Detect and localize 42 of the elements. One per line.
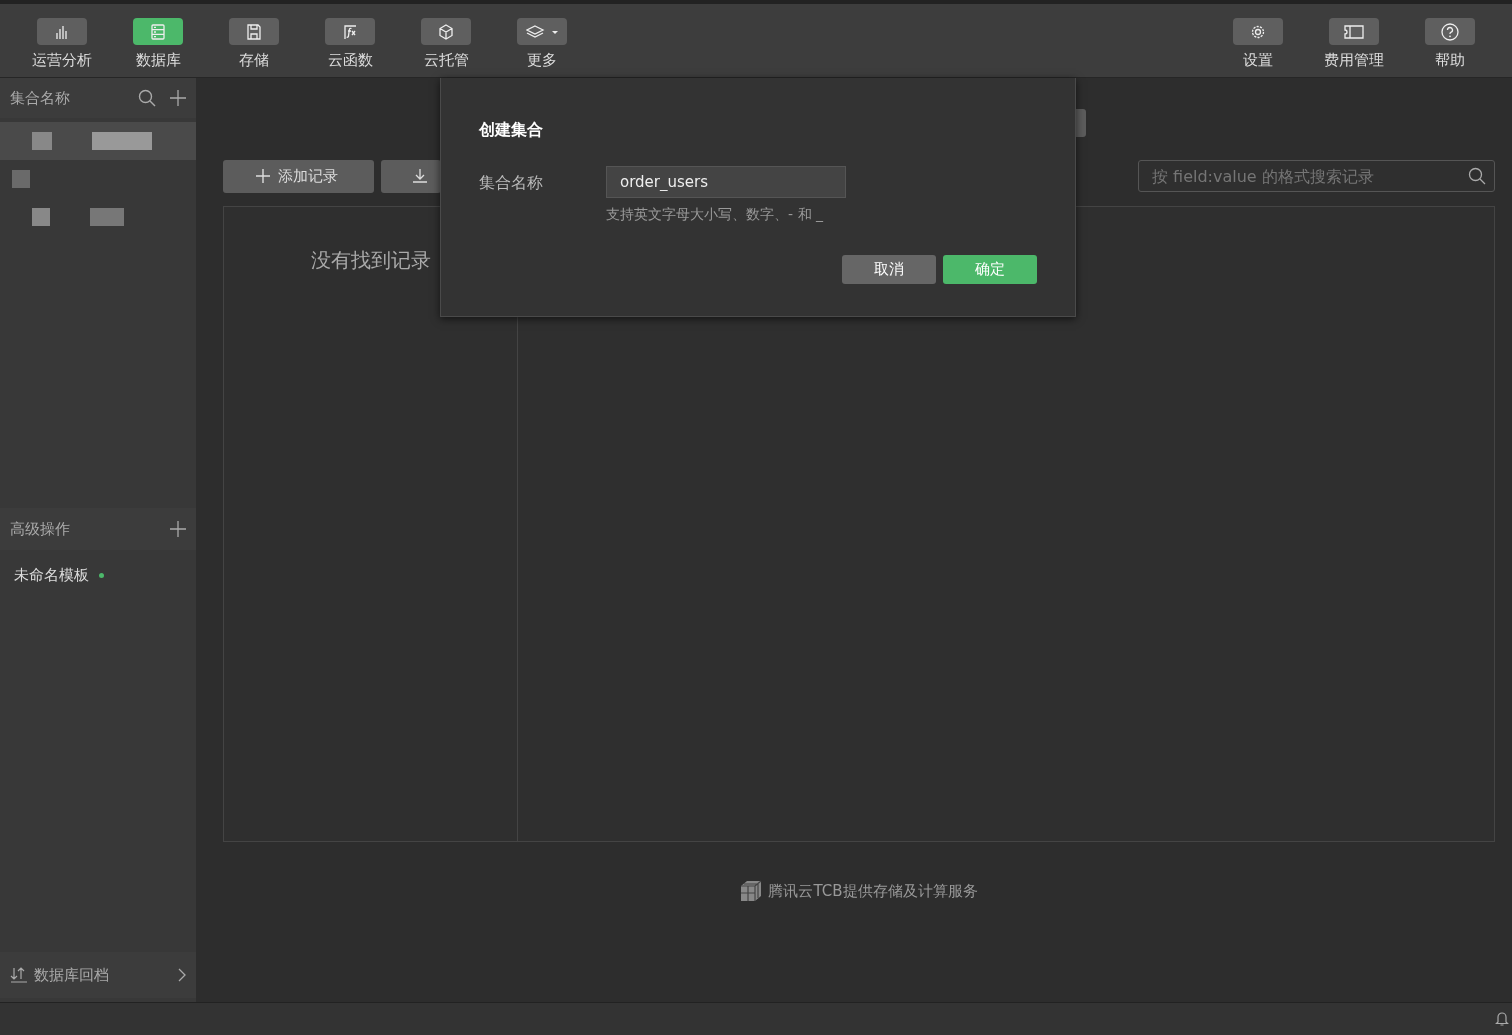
dialog-button[interactable]: 取消 xyxy=(842,255,936,284)
add-record-button[interactable]: 添加记录 xyxy=(223,159,374,193)
database-icon xyxy=(150,23,166,40)
collection-item[interactable] xyxy=(0,121,196,160)
toolbar-tab[interactable]: 帮助 xyxy=(1402,4,1498,77)
import-button[interactable] xyxy=(381,159,441,193)
input-field[interactable]: order_users xyxy=(606,166,846,198)
toolbar-tab[interactable]: 更多 xyxy=(494,4,590,77)
help-icon xyxy=(1441,22,1459,41)
toolbar-tab[interactable]: 存储 xyxy=(206,4,302,77)
chevron-right-icon[interactable] xyxy=(178,968,186,982)
field-label: 集合名称 xyxy=(479,172,544,194)
hint-text: 支持英文字母大小写、数字、- 和 _ xyxy=(606,205,823,224)
section-header: 高级操作 xyxy=(10,518,70,540)
cube-icon xyxy=(438,23,454,40)
chart-icon xyxy=(54,24,70,39)
footer-text: 腾讯云TCB提供存储及计算服务 xyxy=(768,881,978,902)
empty-message: 没有找到记录 xyxy=(310,247,431,274)
sort-icon xyxy=(10,967,28,983)
search-icon[interactable] xyxy=(1468,167,1486,185)
function-icon xyxy=(342,23,358,40)
search-icon[interactable] xyxy=(138,89,156,107)
toolbar-tab[interactable]: 数据库 xyxy=(110,4,206,77)
add-icon[interactable] xyxy=(170,521,186,537)
template-item[interactable]: 未命名模板 xyxy=(14,563,89,587)
toolbar-tab[interactable]: 运营分析 xyxy=(14,4,110,77)
section-header: 集合名称 xyxy=(10,87,70,109)
rollback-label[interactable]: 数据库回档 xyxy=(34,963,109,987)
gear-icon xyxy=(1250,23,1266,40)
plus-icon xyxy=(256,169,270,183)
download-icon xyxy=(413,169,427,183)
dialog-title: 创建集合 xyxy=(479,119,543,141)
bell-icon[interactable] xyxy=(1494,1011,1509,1027)
toolbar-tab[interactable]: 设置 xyxy=(1210,4,1306,77)
add-icon[interactable] xyxy=(170,90,186,106)
toolbar-tab[interactable]: 费用管理 xyxy=(1306,4,1402,77)
toolbar-tab[interactable]: 云函数 xyxy=(302,4,398,77)
toolbar-tab[interactable]: 云托管 xyxy=(398,4,494,77)
layers-icon xyxy=(526,23,558,40)
search-field[interactable]: 按 field:value 的格式搜索记录 xyxy=(1138,160,1495,192)
cube-logo-icon xyxy=(740,880,763,903)
ticket-icon xyxy=(1344,24,1364,39)
